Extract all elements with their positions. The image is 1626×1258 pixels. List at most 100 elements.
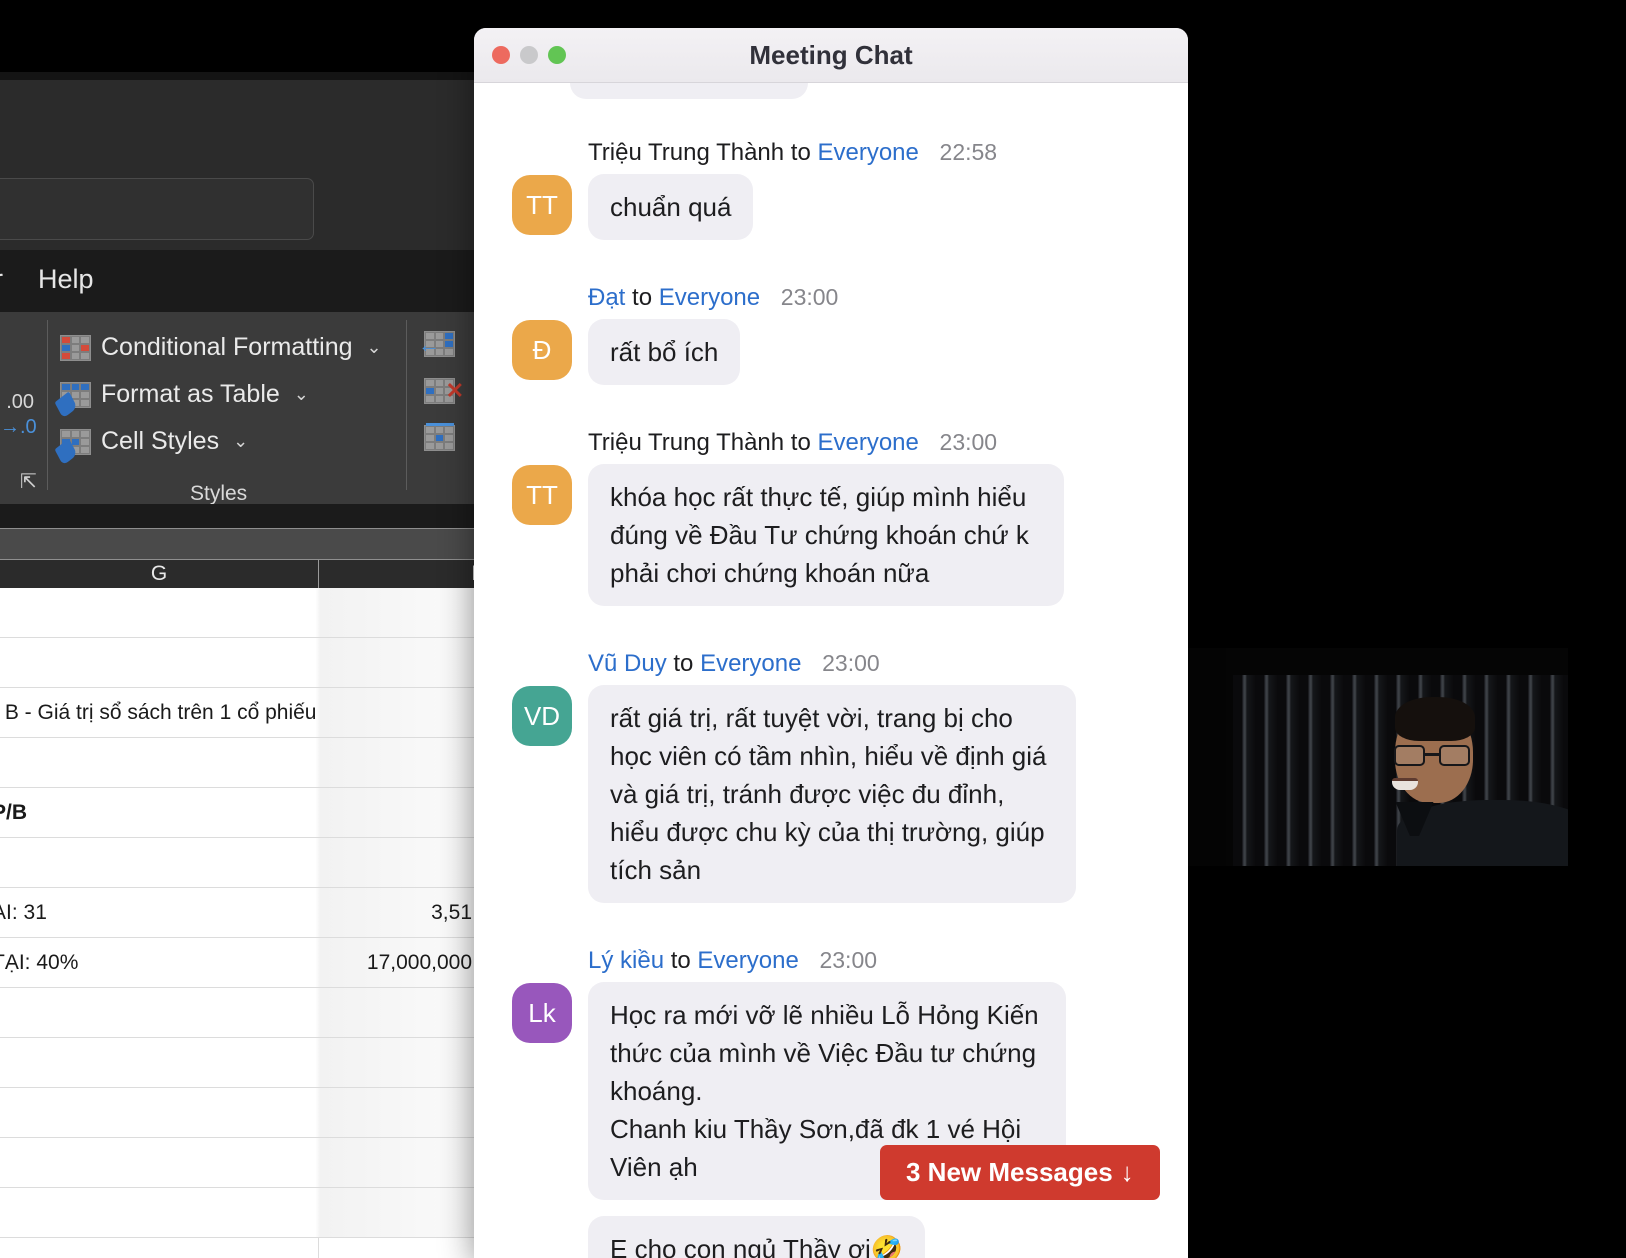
styles-group: Conditional Formatting ⌄ Format as Table… (54, 324, 400, 505)
window-title: Meeting Chat (749, 39, 913, 70)
sender-name[interactable]: Lý kiều (588, 947, 664, 974)
to-word: to (632, 284, 653, 311)
excel-title-strip (0, 72, 478, 80)
excel-formula-bar[interactable] (0, 504, 478, 528)
table-row[interactable] (0, 1088, 478, 1138)
table-row[interactable] (0, 988, 478, 1038)
table-row[interactable]: ẠI: 31 3,51 (0, 888, 478, 938)
excel-grid[interactable]: - B - Giá trị sổ sách trên 1 cổ phiếu P/… (0, 588, 478, 1258)
message-timestamp: 23:00 (780, 284, 839, 310)
arrow-down-icon: ↓ (1120, 1157, 1134, 1187)
column-header-g[interactable]: G (0, 562, 318, 586)
insert-cells-button[interactable]: ← (418, 320, 478, 367)
participant-hair (1394, 697, 1475, 741)
recipient-label[interactable]: Everyone (697, 947, 798, 974)
message-header: Đạt to Everyone 23:00 (588, 284, 1170, 312)
chevron-down-icon[interactable]: ⌄ (367, 337, 382, 358)
cell-styles-button[interactable]: Cell Styles ⌄ (54, 418, 400, 466)
excel-search-box[interactable] (0, 178, 314, 240)
avatar[interactable]: Đ (512, 320, 572, 380)
cell-g[interactable]: ẠI: 31 (0, 901, 47, 925)
avatar[interactable]: TT (512, 465, 572, 525)
table-row[interactable]: P/B (0, 788, 478, 838)
message-timestamp: 23:00 (819, 947, 878, 973)
participant-mouth (1391, 778, 1418, 790)
message-timestamp: 22:58 (939, 139, 998, 165)
insert-cells-icon: ← (418, 330, 455, 357)
conditional-formatting-button[interactable]: Conditional Formatting ⌄ (60, 324, 400, 371)
message-bubble: E cho con ngủ Thầy ơi🤣 (588, 1216, 926, 1258)
dialog-launcher-icon[interactable]: ⇱ (20, 472, 40, 492)
sender-name[interactable]: Vũ Duy (588, 650, 667, 677)
recipient-label[interactable]: Everyone (700, 650, 801, 677)
chat-message-list[interactable]: Triệu Trung Thành to Everyone 22:58 TT c… (474, 83, 1188, 1258)
message-header: Lý kiều to Everyone 23:00 (588, 947, 1170, 975)
column-header-h[interactable]: H (320, 562, 478, 586)
table-row[interactable] (0, 1038, 478, 1088)
sender-name[interactable]: Triệu Trung Thành (588, 139, 784, 166)
to-word: to (670, 947, 691, 974)
table-row[interactable] (0, 1138, 478, 1188)
cell-h[interactable]: 17,000,000 (320, 951, 472, 975)
table-row[interactable] (0, 1188, 478, 1238)
excel-ribbon: .00 →.0 ⇱ Conditional Formatting ⌄ Forma… (0, 312, 478, 505)
close-icon[interactable] (492, 46, 510, 64)
cells-group: ← ✕ (418, 320, 478, 461)
to-word: to (673, 650, 694, 677)
message-header: Vũ Duy to Everyone 23:00 (588, 650, 1170, 678)
table-row[interactable]: - B - Giá trị sổ sách trên 1 cổ phiếu (0, 688, 478, 738)
recipient-label[interactable]: Everyone (817, 139, 918, 166)
chevron-down-icon[interactable]: ⌄ (233, 431, 248, 452)
chevron-down-icon[interactable]: ⌄ (294, 384, 309, 405)
chat-message[interactable]: Triệu Trung Thành to Everyone 22:58 TT c… (492, 139, 1170, 240)
styles-group-caption: Styles (190, 482, 248, 505)
cell-h[interactable]: 3,51 (320, 901, 472, 925)
format-as-table-label: Format as Table (101, 380, 280, 408)
table-row[interactable]: TẠI: 40% 17,000,000 (0, 938, 478, 988)
table-row[interactable] (0, 838, 478, 888)
number-format-indicator: .00 →.0 (0, 390, 37, 440)
recipient-label[interactable]: Everyone (817, 429, 918, 456)
format-as-table-button[interactable]: Format as Table ⌄ (54, 371, 400, 419)
chat-message[interactable]: Vũ Duy to Everyone 23:00 VD rất giá trị,… (492, 650, 1170, 903)
chat-message[interactable]: Lý kiều to Everyone 23:00 Lk Học ra mới … (492, 947, 1170, 1258)
chat-title-bar[interactable]: Meeting Chat (474, 28, 1188, 83)
format-as-table-icon (54, 381, 91, 419)
message-timestamp: 23:00 (822, 650, 880, 676)
new-messages-label: 3 New Messages (906, 1157, 1113, 1187)
meeting-chat-window: Meeting Chat Triệu Trung Thành to Everyo… (474, 28, 1188, 1258)
screen-root: r Help .00 →.0 ⇱ Conditional Formatting (0, 0, 1626, 1258)
cell-styles-icon (54, 428, 91, 466)
decimal-decrease-label: →.0 (0, 416, 37, 438)
format-cells-button[interactable] (424, 414, 478, 461)
recipient-label[interactable]: Everyone (659, 284, 760, 311)
message-header: Triệu Trung Thành to Everyone 23:00 (588, 429, 1170, 457)
menu-item-partial[interactable]: r (0, 264, 3, 295)
menu-item-help[interactable]: Help (38, 264, 94, 295)
conditional-formatting-label: Conditional Formatting (101, 333, 353, 361)
maximize-icon[interactable] (548, 46, 566, 64)
format-cells-icon (424, 422, 455, 451)
avatar[interactable]: Lk (512, 983, 572, 1043)
message-bubble: rất giá trị, rất tuyệt vời, trang bị cho… (588, 685, 1076, 903)
table-row[interactable] (0, 638, 478, 688)
new-messages-button[interactable]: 3 New Messages ↓ (880, 1145, 1160, 1200)
cell-g[interactable]: TẠI: 40% (0, 951, 78, 975)
chat-message[interactable]: Đạt to Everyone 23:00 Đ rất bổ ích (492, 284, 1170, 385)
participant-video-tile[interactable] (1188, 648, 1568, 866)
cell-g[interactable]: P/B (0, 801, 27, 825)
minimize-icon[interactable] (520, 46, 538, 64)
to-word: to (790, 139, 811, 166)
delete-cells-button[interactable]: ✕ (424, 367, 478, 414)
avatar[interactable]: VD (512, 686, 572, 746)
avatar[interactable]: TT (512, 175, 572, 235)
chat-message[interactable]: Triệu Trung Thành to Everyone 23:00 TT k… (492, 429, 1170, 606)
table-row[interactable] (0, 588, 478, 638)
sender-name[interactable]: Triệu Trung Thành (588, 429, 784, 456)
table-row[interactable] (0, 738, 478, 788)
cell-g[interactable]: - B - Giá trị sổ sách trên 1 cổ phiếu (0, 701, 316, 725)
ribbon-divider (47, 320, 48, 490)
sender-name[interactable]: Đạt (588, 284, 625, 311)
column-separator (318, 560, 319, 588)
conditional-formatting-icon (60, 334, 91, 361)
